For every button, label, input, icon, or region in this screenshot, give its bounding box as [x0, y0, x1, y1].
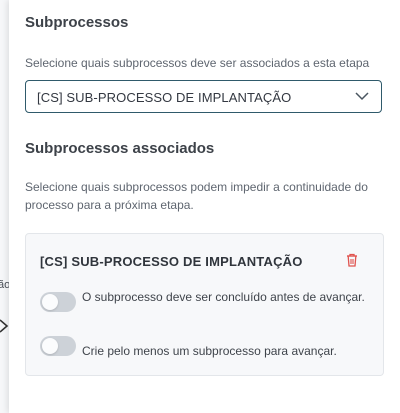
toggle-must-complete[interactable] [40, 292, 76, 312]
associados-title: Subprocessos associados [25, 140, 215, 157]
subprocess-select[interactable]: [CS] SUB-PROCESSO DE IMPLANTAÇÃO [25, 80, 382, 113]
subprocessos-description: Selecione quais subprocessos deve ser as… [25, 56, 370, 70]
chevron-down-icon [355, 92, 369, 101]
associated-subprocess-title: [CS] SUB-PROCESSO DE IMPLANTAÇÃO [40, 254, 303, 269]
toggle-create-at-least-one[interactable] [40, 336, 76, 356]
associated-subprocess-card: [CS] SUB-PROCESSO DE IMPLANTAÇÃO O subpr… [25, 233, 384, 376]
toggle-knob [42, 294, 58, 310]
associados-description: Selecione quais subprocessos podem imped… [25, 180, 368, 212]
trash-icon[interactable] [345, 252, 359, 268]
subprocess-select-value: [CS] SUB-PROCESSO DE IMPLANTAÇÃO [37, 90, 292, 105]
toggle-knob [42, 338, 58, 354]
toggle-must-complete-label: O subprocesso deve ser concluído antes d… [82, 290, 365, 304]
subprocess-panel: Subprocessos Selecione quais subprocesso… [9, 0, 400, 413]
subprocessos-title: Subprocessos [25, 14, 129, 31]
toggle-create-at-least-one-label: Crie pelo menos um subprocesso para avan… [82, 344, 337, 358]
